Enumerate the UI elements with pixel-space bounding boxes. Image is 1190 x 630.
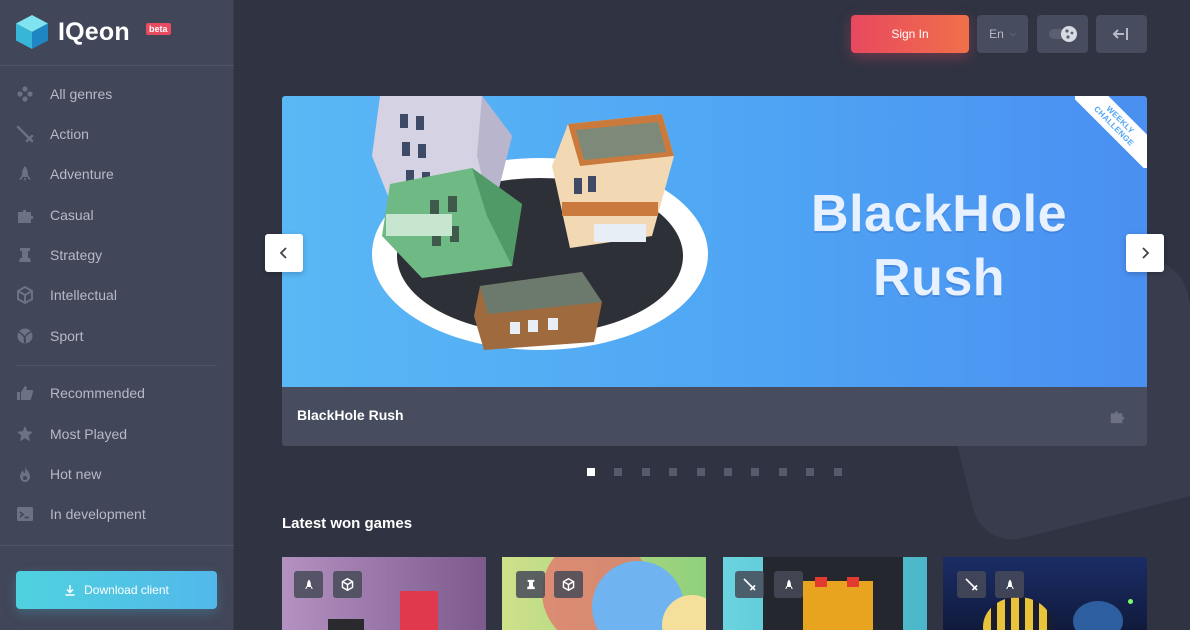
- sidebar-item-in-development[interactable]: In development: [0, 494, 234, 534]
- featured-carousel[interactable]: BlackHole Rush WEEKLY CHALLENGE BlackHol…: [282, 96, 1147, 446]
- cube-icon: [333, 571, 362, 598]
- sidebar: IQeon beta All genres Action Adventure C…: [0, 0, 234, 630]
- cube-icon: [15, 285, 35, 305]
- sidebar-item-label: Hot new: [50, 466, 102, 482]
- game-card[interactable]: [723, 557, 927, 630]
- flame-icon: [15, 464, 35, 484]
- carousel-dot[interactable]: [614, 468, 623, 476]
- carousel-dot[interactable]: [833, 468, 842, 476]
- featured-game-title[interactable]: BlackHole Rush: [297, 407, 404, 423]
- carousel-prev-button[interactable]: [265, 234, 303, 272]
- cube-logo-icon: [16, 15, 48, 49]
- gamepad-icon: [15, 84, 35, 104]
- carousel-dot[interactable]: [778, 468, 787, 476]
- ball-icon: [15, 326, 35, 346]
- sidebar-item-recommended[interactable]: Recommended: [0, 373, 234, 413]
- carousel-pagination: [587, 468, 861, 476]
- logo[interactable]: IQeon: [15, 14, 130, 50]
- sign-in-label: Sign In: [891, 27, 929, 41]
- sidebar-item-sport[interactable]: Sport: [0, 316, 234, 356]
- carousel-next-button[interactable]: [1126, 234, 1164, 272]
- sidebar-item-most-played[interactable]: Most Played: [0, 414, 234, 454]
- carousel-dot[interactable]: [669, 468, 678, 476]
- art-title-line: BlackHole: [811, 185, 1067, 243]
- sidebar-item-hot-new[interactable]: Hot new: [0, 454, 234, 494]
- game-card[interactable]: [282, 557, 486, 630]
- terminal-icon: [15, 504, 35, 524]
- sidebar-item-label: All genres: [50, 86, 113, 102]
- exit-icon: [1112, 28, 1128, 40]
- carousel-dot[interactable]: [751, 468, 760, 476]
- download-icon: [65, 585, 75, 596]
- sidebar-divider: [16, 365, 217, 366]
- sidebar-item-label: Intellectual: [50, 287, 117, 303]
- language-value: En: [989, 27, 1004, 41]
- chess-rook-icon: [516, 571, 545, 598]
- sidebar-item-adventure[interactable]: Adventure: [0, 154, 234, 194]
- logout-button[interactable]: [1096, 15, 1147, 53]
- sidebar-item-label: Strategy: [50, 247, 103, 263]
- sidebar-divider: [0, 545, 234, 546]
- sidebar-item-action[interactable]: Action: [0, 114, 234, 154]
- blackhole-illustration: [372, 96, 708, 350]
- sidebar-item-label: In development: [50, 506, 146, 522]
- chevron-left-icon: [279, 247, 287, 259]
- cube-icon: [554, 571, 583, 598]
- game-card[interactable]: [943, 557, 1147, 630]
- carousel-dot[interactable]: [806, 468, 815, 476]
- thumbs-up-icon: [15, 383, 35, 403]
- theme-toggle-icon: [1048, 26, 1077, 42]
- featured-game-art-title: BlackHole Rush: [811, 182, 1067, 310]
- sidebar-divider: [0, 65, 234, 66]
- chevron-right-icon: [1142, 247, 1150, 259]
- puzzle-icon: [1110, 411, 1125, 424]
- rocket-icon: [15, 164, 35, 184]
- beta-badge: beta: [146, 23, 171, 35]
- rocket-icon: [995, 571, 1024, 598]
- download-client-label: Download client: [84, 583, 169, 597]
- sidebar-item-label: Casual: [50, 207, 94, 223]
- art-title-line: Rush: [873, 249, 1006, 307]
- brand-name: IQeon: [58, 17, 130, 46]
- sidebar-item-all-genres[interactable]: All genres: [0, 74, 234, 114]
- sword-icon: [735, 571, 764, 598]
- sidebar-item-label: Sport: [50, 328, 84, 344]
- sidebar-item-intellectual[interactable]: Intellectual: [0, 275, 234, 315]
- star-icon: [15, 424, 35, 444]
- featured-game-image[interactable]: BlackHole Rush WEEKLY CHALLENGE: [282, 96, 1147, 387]
- chess-rook-icon: [15, 245, 35, 265]
- sidebar-item-casual[interactable]: Casual: [0, 195, 234, 235]
- rocket-icon: [774, 571, 803, 598]
- sidebar-item-label: Recommended: [50, 385, 145, 401]
- sidebar-item-strategy[interactable]: Strategy: [0, 235, 234, 275]
- game-card[interactable]: [502, 557, 706, 630]
- puzzle-icon: [15, 205, 35, 225]
- theme-toggle-button[interactable]: [1037, 15, 1088, 53]
- language-select[interactable]: En ⌵: [977, 15, 1028, 53]
- chevron-down-icon: ⌵: [1009, 29, 1016, 38]
- sword-icon: [15, 124, 35, 144]
- sword-icon: [957, 571, 986, 598]
- sidebar-item-label: Adventure: [50, 166, 114, 182]
- weekly-challenge-ribbon: WEEKLY CHALLENGE: [1075, 96, 1147, 168]
- carousel-dot[interactable]: [587, 468, 595, 476]
- carousel-dot[interactable]: [696, 468, 705, 476]
- sign-in-button[interactable]: Sign In: [851, 15, 969, 53]
- carousel-dot[interactable]: [641, 468, 650, 476]
- section-title-latest-won: Latest won games: [282, 515, 413, 532]
- download-client-button[interactable]: Download client: [16, 571, 217, 609]
- featured-game-footer: BlackHole Rush: [282, 387, 1147, 446]
- carousel-dot[interactable]: [723, 468, 732, 476]
- rocket-icon: [294, 571, 323, 598]
- sidebar-item-label: Most Played: [50, 426, 128, 442]
- sidebar-item-label: Action: [50, 126, 89, 142]
